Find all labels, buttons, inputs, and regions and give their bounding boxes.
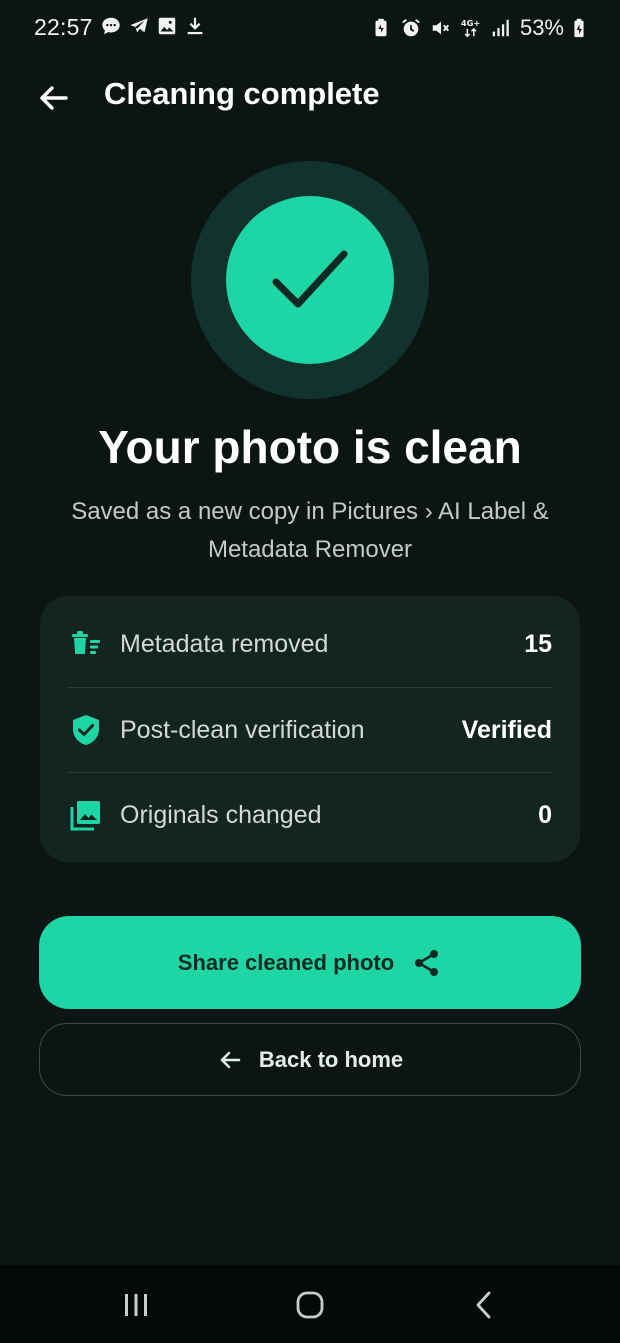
- back-icon[interactable]: [464, 1289, 504, 1321]
- download-icon: [187, 17, 203, 35]
- stat-row-originals-changed: Originals changed 0: [68, 772, 552, 858]
- back-to-home-button[interactable]: Back to home: [39, 1023, 581, 1096]
- shield-check-icon: [73, 715, 99, 745]
- status-time: 22:57: [34, 14, 93, 40]
- svg-text:4G+: 4G+: [461, 18, 481, 28]
- telegram-icon: [130, 18, 148, 33]
- success-badge: [191, 161, 429, 399]
- save-location-subtitle: Saved as a new copy in Pictures › AI Lab…: [71, 498, 549, 563]
- headline: Your photo is clean: [98, 421, 522, 473]
- signal-icon: [492, 19, 509, 37]
- share-cleaned-photo-button[interactable]: Share cleaned photo: [39, 916, 581, 1009]
- share-icon: [415, 949, 439, 976]
- success-badge-inner: [226, 196, 394, 364]
- stats-card: Metadata removed 15 Post-clean verificat…: [40, 596, 580, 862]
- stat-row-metadata-removed: Metadata removed 15: [68, 601, 552, 687]
- page-title: Cleaning complete: [104, 76, 380, 111]
- photo-library-icon: [70, 801, 100, 831]
- image-icon: [158, 17, 176, 35]
- chat-bubble-icon: [102, 17, 120, 35]
- arrow-left-icon: [220, 1051, 241, 1068]
- stat-label: Post-clean verification: [120, 715, 365, 744]
- alarm-icon: [402, 19, 420, 37]
- back-to-home-label: Back to home: [258, 1046, 404, 1072]
- cleaning-complete-screen: 22:57 4G+ 53% Cleaning complete Your pho…: [0, 0, 620, 1343]
- stat-value: 15: [524, 629, 552, 658]
- home-icon[interactable]: [290, 1289, 330, 1321]
- stat-label: Metadata removed: [120, 629, 329, 658]
- checkmark-icon: [272, 250, 348, 308]
- stat-value: 0: [538, 800, 552, 829]
- recents-icon[interactable]: [116, 1289, 156, 1321]
- battery-charging-icon: [574, 18, 584, 38]
- battery-percentage: 53%: [519, 15, 564, 40]
- stat-value: Verified: [461, 715, 552, 744]
- app-bar: Cleaning complete: [0, 60, 620, 132]
- share-button-label: Share cleaned photo: [177, 949, 395, 975]
- status-bar: 22:57 4G+ 53%: [0, 0, 620, 56]
- battery-saver-icon: [375, 18, 387, 37]
- 4g-plus-icon: 4G+: [461, 18, 481, 38]
- arrow-left-icon[interactable]: [34, 78, 74, 118]
- system-nav-bar: [0, 1265, 620, 1343]
- mute-icon: [432, 21, 449, 35]
- delete-sweep-icon: [72, 631, 100, 654]
- stat-row-verification: Post-clean verification Verified: [68, 687, 552, 773]
- stat-label: Originals changed: [120, 800, 322, 829]
